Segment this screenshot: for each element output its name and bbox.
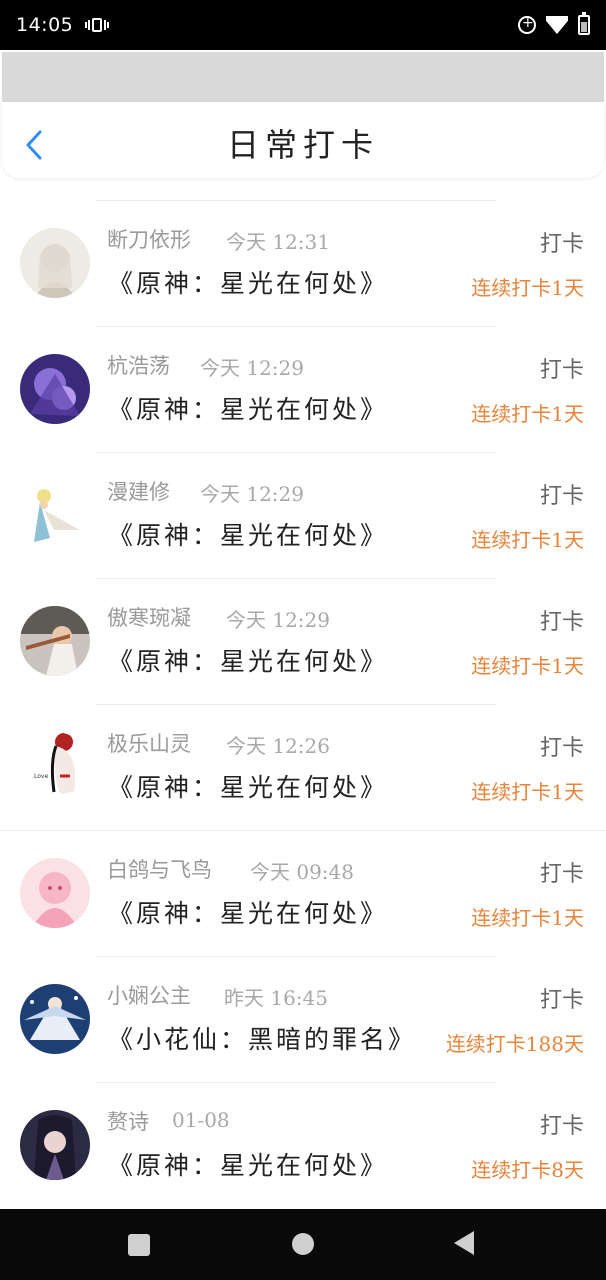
checkin-row[interactable]: 赘诗 01-08 《原神：星光在何处》 打卡 连续打卡8天 xyxy=(0,1082,606,1208)
checkin-time: 今天 09:48 xyxy=(250,860,354,884)
checkin-label: 打卡 xyxy=(539,862,584,887)
username[interactable]: 漫建修 xyxy=(107,476,170,506)
recent-apps-button[interactable] xyxy=(128,1234,150,1256)
data-saver-icon xyxy=(518,15,536,34)
user-avatar[interactable]: Love xyxy=(20,732,90,802)
username[interactable]: 小娴公主 xyxy=(107,980,191,1010)
checkin-label: 打卡 xyxy=(539,484,584,509)
home-button[interactable] xyxy=(292,1233,314,1255)
book-title[interactable]: 《原神：星光在何处》 xyxy=(108,894,388,930)
checkin-row[interactable]: 断刀依形 今天 12:31 《原神：星光在何处》 打卡 连续打卡1天 xyxy=(0,200,606,326)
status-time: 14:05 xyxy=(16,14,74,36)
book-title[interactable]: 《原神：星光在何处》 xyxy=(108,642,388,678)
checkin-label: 打卡 xyxy=(539,736,584,761)
username[interactable]: 断刀依形 xyxy=(107,224,191,254)
username[interactable]: 白鸽与飞鸟 xyxy=(107,854,212,884)
system-nav-bar xyxy=(0,1209,606,1280)
streak-label: 连续打卡1天 xyxy=(471,276,584,300)
user-avatar[interactable] xyxy=(20,1110,90,1180)
streak-label: 连续打卡8天 xyxy=(471,1158,584,1182)
username[interactable]: 杭浩荡 xyxy=(107,350,170,380)
status-bar: 14:05 xyxy=(0,0,606,50)
book-title[interactable]: 《原神：星光在何处》 xyxy=(108,264,388,300)
checkin-label: 打卡 xyxy=(539,232,584,257)
checkin-label: 打卡 xyxy=(539,610,584,635)
checkin-row[interactable]: 小娴公主 昨天 16:45 《小花仙：黑暗的罪名》 打卡 连续打卡188天 xyxy=(0,956,606,1082)
checkin-time: 昨天 16:45 xyxy=(224,986,328,1010)
streak-label: 连续打卡188天 xyxy=(445,1032,584,1056)
user-avatar[interactable] xyxy=(20,480,90,550)
username[interactable]: 赘诗 xyxy=(107,1106,149,1136)
checkin-row[interactable]: 漫建修 今天 12:29 《原神：星光在何处》 打卡 连续打卡1天 xyxy=(0,452,606,578)
user-avatar[interactable] xyxy=(20,228,90,298)
checkin-row[interactable]: 白鸽与飞鸟 今天 09:48 《原神：星光在何处》 打卡 连续打卡1天 xyxy=(0,830,606,956)
streak-label: 连续打卡1天 xyxy=(471,906,584,930)
status-icons xyxy=(518,12,590,35)
system-back-button[interactable] xyxy=(454,1231,474,1255)
wifi-icon xyxy=(546,16,568,34)
checkin-time: 今天 12:29 xyxy=(226,608,330,632)
page-title: 日常打卡 xyxy=(226,126,379,164)
checkin-label: 打卡 xyxy=(539,988,584,1013)
nav-bar: 日常打卡 xyxy=(2,102,604,178)
book-title[interactable]: 《原神：星光在何处》 xyxy=(108,1146,388,1182)
checkin-row[interactable]: 杭浩荡 今天 12:29 《原神：星光在何处》 打卡 连续打卡1天 xyxy=(0,326,606,452)
book-title[interactable]: 《原神：星光在何处》 xyxy=(108,390,388,426)
book-title[interactable]: 《小花仙：黑暗的罪名》 xyxy=(108,1020,416,1056)
checkin-row[interactable]: 傲寒琬凝 今天 12:29 《原神：星光在何处》 打卡 连续打卡1天 xyxy=(0,578,606,704)
user-avatar[interactable] xyxy=(20,858,90,928)
vibrate-icon xyxy=(85,16,110,34)
user-avatar[interactable] xyxy=(20,984,90,1054)
battery-icon xyxy=(578,12,590,35)
checkin-time: 今天 12:29 xyxy=(200,482,304,506)
streak-label: 连续打卡1天 xyxy=(471,528,584,552)
user-avatar[interactable] xyxy=(20,606,90,676)
user-avatar[interactable] xyxy=(20,354,90,424)
username[interactable]: 傲寒琬凝 xyxy=(107,602,191,632)
checkin-time: 今天 12:26 xyxy=(226,734,330,758)
checkin-time: 今天 12:31 xyxy=(226,230,330,254)
streak-label: 连续打卡1天 xyxy=(471,654,584,678)
svg-text:Love: Love xyxy=(34,773,48,780)
username[interactable]: 极乐山灵 xyxy=(107,728,191,758)
checkin-time: 01-08 xyxy=(172,1108,230,1132)
streak-label: 连续打卡1天 xyxy=(471,780,584,804)
checkin-row[interactable]: Love 极乐山灵 今天 12:26 《原神：星光在何处》 打卡 连续打卡1天 xyxy=(0,704,606,830)
book-title[interactable]: 《原神：星光在何处》 xyxy=(108,768,388,804)
checkin-label: 打卡 xyxy=(539,358,584,383)
checkin-label: 打卡 xyxy=(539,1114,584,1139)
checkin-time: 今天 12:29 xyxy=(200,356,304,380)
book-title[interactable]: 《原神：星光在何处》 xyxy=(108,516,388,552)
header-banner xyxy=(2,52,604,102)
streak-label: 连续打卡1天 xyxy=(471,402,584,426)
checkin-list: 断刀依形 今天 12:31 《原神：星光在何处》 打卡 连续打卡1天 杭浩荡 今… xyxy=(0,200,606,1208)
